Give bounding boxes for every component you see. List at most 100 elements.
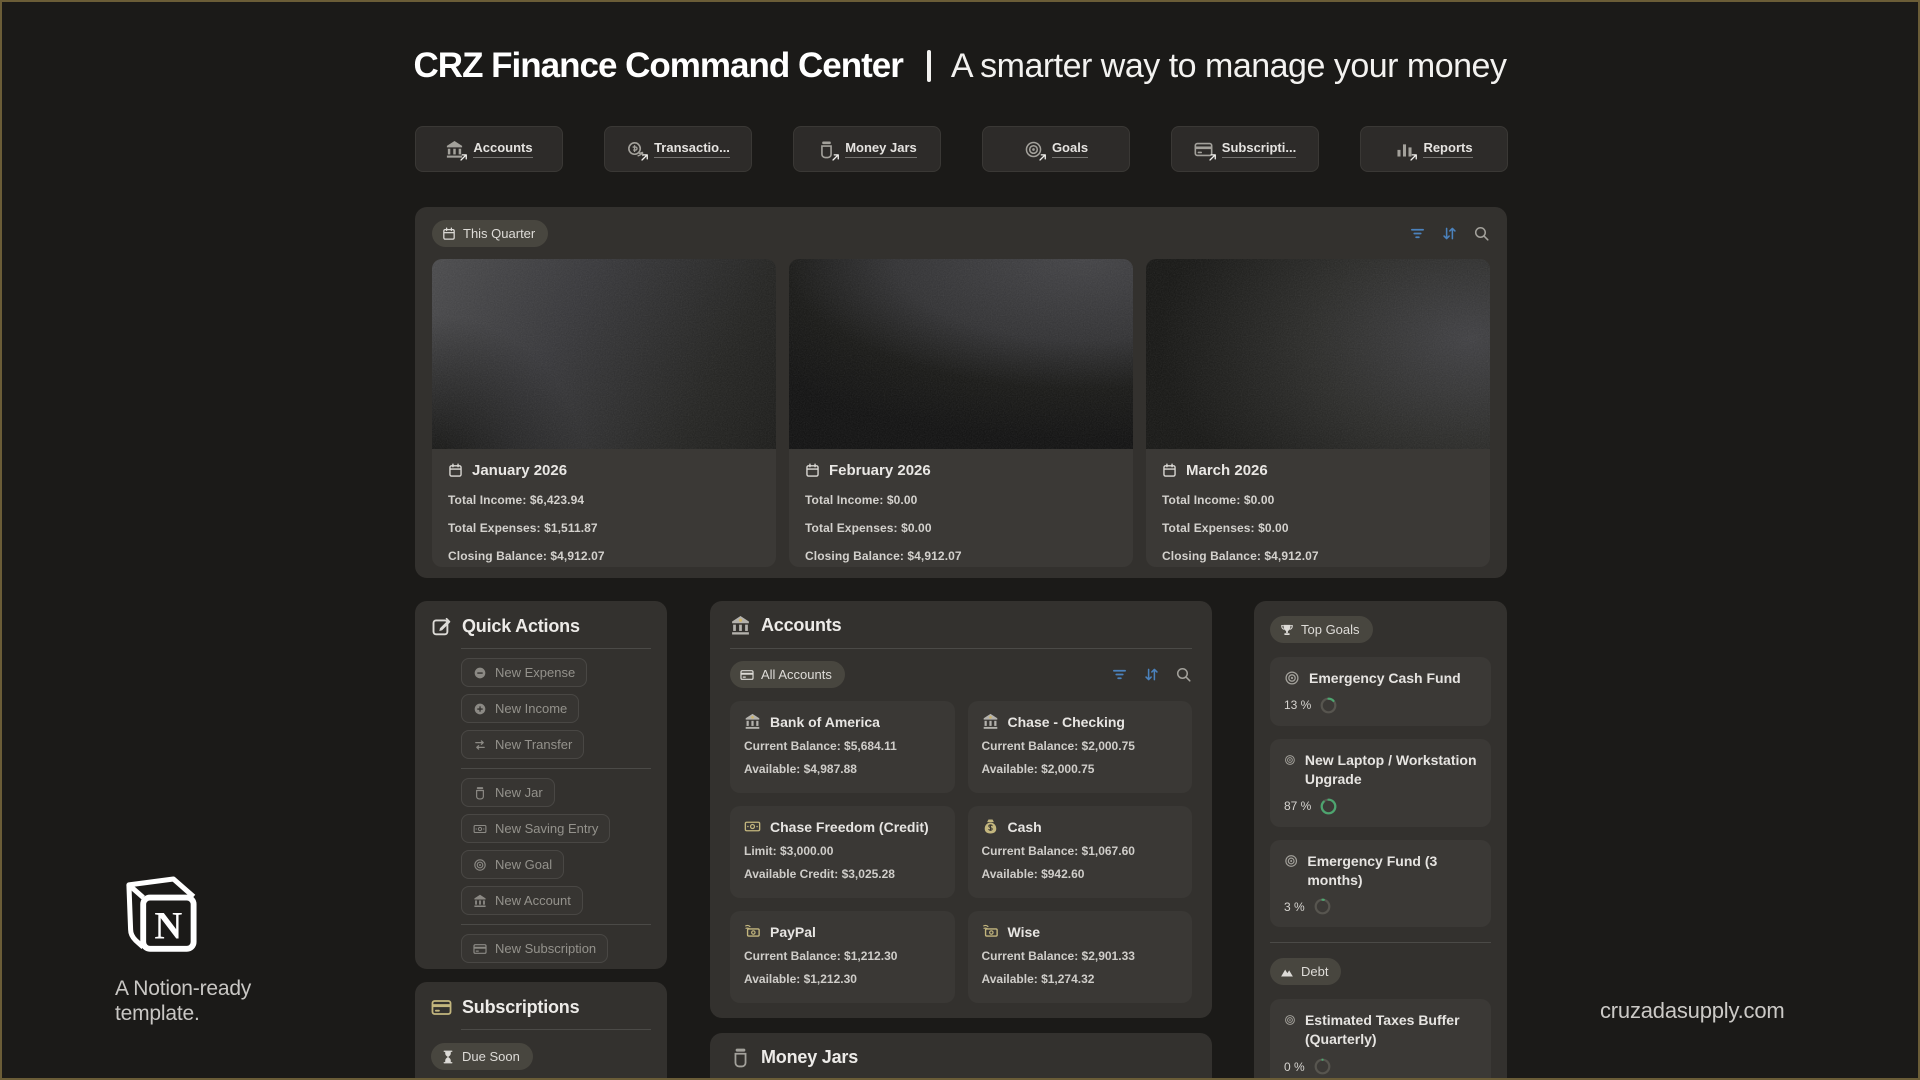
month-cover-image xyxy=(432,259,776,449)
subscriptions-panel: Subscriptions Due Soon xyxy=(415,982,667,1080)
account-card-wise[interactable]: Wise Current Balance: $2,901.33 Availabl… xyxy=(968,911,1193,1003)
card-icon xyxy=(431,997,452,1018)
divider xyxy=(461,1029,651,1030)
search-icon[interactable] xyxy=(1175,666,1192,683)
month-income: Total Income: $0.00 xyxy=(1162,493,1474,507)
progress-ring xyxy=(1320,697,1337,714)
view-tab-all-accounts[interactable]: All Accounts xyxy=(730,661,845,688)
month-cover-image xyxy=(1146,259,1490,449)
target-icon xyxy=(1284,1012,1296,1028)
month-closing: Closing Balance: $4,912.07 xyxy=(448,549,760,563)
nav-button-accounts[interactable]: Accounts xyxy=(415,126,563,172)
bar-chart-icon xyxy=(1395,140,1414,159)
quarter-toolbar: This Quarter xyxy=(432,220,1490,247)
month-card-list: January 2026 Total Income: $6,423.94 Tot… xyxy=(432,259,1490,567)
month-title: March 2026 xyxy=(1162,462,1474,479)
view-tab-label: This Quarter xyxy=(463,226,535,241)
new-subscription-button[interactable]: New Subscription xyxy=(461,934,608,963)
view-tab-debt[interactable]: Debt xyxy=(1270,958,1341,985)
bank-icon xyxy=(730,615,751,636)
goal-percent: 13 % xyxy=(1284,698,1311,712)
account-card-chase-checking[interactable]: Chase - Checking Current Balance: $2,000… xyxy=(968,701,1193,793)
nav-button-subscriptions[interactable]: Subscripti... xyxy=(1171,126,1319,172)
money-jars-header: Money Jars xyxy=(730,1047,1192,1068)
jar-icon xyxy=(730,1047,751,1068)
nav-label: Money Jars xyxy=(845,140,917,158)
month-card-january[interactable]: January 2026 Total Income: $6,423.94 Tot… xyxy=(432,259,776,567)
nav-label: Reports xyxy=(1423,140,1472,158)
filter-icon[interactable] xyxy=(1409,225,1426,242)
account-line2: Available: $942.60 xyxy=(982,867,1179,881)
subscriptions-header: Subscriptions xyxy=(431,997,651,1018)
account-line2: Available: $1,274.32 xyxy=(982,972,1179,986)
progress-ring xyxy=(1314,1058,1331,1075)
nav-button-goals[interactable]: Goals xyxy=(982,126,1130,172)
winged-money-icon xyxy=(982,923,999,940)
accounts-header: Accounts xyxy=(730,615,1192,636)
money-bag-icon xyxy=(982,818,999,835)
account-line1: Limit: $3,000.00 xyxy=(744,844,941,858)
view-tab-due-soon[interactable]: Due Soon xyxy=(431,1043,533,1070)
view-tab-label: Top Goals xyxy=(1301,622,1360,637)
goal-card-emergency-fund-3-months[interactable]: Emergency Fund (3 months) 3 % xyxy=(1270,840,1491,928)
month-card-march[interactable]: March 2026 Total Income: $0.00 Total Exp… xyxy=(1146,259,1490,567)
account-card-chase-freedom[interactable]: Chase Freedom (Credit) Limit: $3,000.00 … xyxy=(730,806,955,898)
new-expense-button[interactable]: New Expense xyxy=(461,658,587,687)
view-tab-top-goals[interactable]: Top Goals xyxy=(1270,616,1373,643)
page-title: CRZ Finance Command CenterA smarter way … xyxy=(2,46,1918,86)
winged-money-icon xyxy=(744,923,761,940)
quick-actions-title: Quick Actions xyxy=(462,616,580,637)
nav-button-transactions[interactable]: Transactio... xyxy=(604,126,752,172)
month-cover-image xyxy=(789,259,1133,449)
website-url: cruzadasupply.com xyxy=(1600,998,1785,1024)
brand-tagline: A Notion-ready template. xyxy=(115,976,251,1026)
month-income: Total Income: $0.00 xyxy=(805,493,1117,507)
banknote-icon xyxy=(473,822,487,836)
month-card-body: March 2026 Total Income: $0.00 Total Exp… xyxy=(1146,449,1490,567)
account-line1: Current Balance: $5,684.11 xyxy=(744,739,941,753)
month-card-february[interactable]: February 2026 Total Income: $0.00 Total … xyxy=(789,259,1133,567)
account-card-grid: Bank of America Current Balance: $5,684.… xyxy=(730,701,1192,1003)
goal-card-estimated-taxes-buffer[interactable]: Estimated Taxes Buffer (Quarterly) 0 % xyxy=(1270,999,1491,1080)
minus-circle-icon xyxy=(473,666,487,680)
divider xyxy=(1270,942,1491,943)
debt-card-list: Estimated Taxes Buffer (Quarterly) 0 % xyxy=(1270,999,1491,1080)
month-closing: Closing Balance: $4,912.07 xyxy=(1162,549,1474,563)
goal-percent: 87 % xyxy=(1284,799,1311,813)
filter-icon[interactable] xyxy=(1111,666,1128,683)
account-card-bank-of-america[interactable]: Bank of America Current Balance: $5,684.… xyxy=(730,701,955,793)
database-tools xyxy=(1409,225,1490,242)
view-tab-label: Due Soon xyxy=(462,1049,520,1064)
view-tab-this-quarter[interactable]: This Quarter xyxy=(432,220,548,247)
goal-card-emergency-cash-fund[interactable]: Emergency Cash Fund 13 % xyxy=(1270,657,1491,726)
sort-icon[interactable] xyxy=(1441,225,1458,242)
new-jar-button[interactable]: New Jar xyxy=(461,778,555,807)
quick-actions-panel: Quick Actions New Expense New Income New… xyxy=(415,601,667,969)
progress-ring xyxy=(1320,798,1337,815)
plus-circle-icon xyxy=(473,702,487,716)
new-transfer-button[interactable]: New Transfer xyxy=(461,730,584,759)
screen: CRZ Finance Command CenterA smarter way … xyxy=(0,0,1920,1080)
calendar-icon xyxy=(442,227,456,241)
search-icon[interactable] xyxy=(1473,225,1490,242)
month-closing: Closing Balance: $4,912.07 xyxy=(805,549,1117,563)
bank-icon xyxy=(473,894,487,908)
nav-button-money-jars[interactable]: Money Jars xyxy=(793,126,941,172)
hourglass-icon xyxy=(441,1050,455,1064)
account-line2: Available: $4,987.88 xyxy=(744,762,941,776)
new-account-button[interactable]: New Account xyxy=(461,886,583,915)
calendar-icon xyxy=(1162,463,1177,478)
money-jars-title: Money Jars xyxy=(761,1047,858,1068)
new-goal-button[interactable]: New Goal xyxy=(461,850,564,879)
sort-icon[interactable] xyxy=(1143,666,1160,683)
nav-button-reports[interactable]: Reports xyxy=(1360,126,1508,172)
goal-card-new-laptop[interactable]: New Laptop / Workstation Upgrade 87 % xyxy=(1270,739,1491,827)
new-saving-entry-button[interactable]: New Saving Entry xyxy=(461,814,610,843)
quick-actions-header: Quick Actions xyxy=(431,616,651,637)
account-line2: Available: $1,212.30 xyxy=(744,972,941,986)
divider xyxy=(730,648,1192,649)
account-card-paypal[interactable]: PayPal Current Balance: $1,212.30 Availa… xyxy=(730,911,955,1003)
new-income-button[interactable]: New Income xyxy=(461,694,579,723)
account-card-cash[interactable]: Cash Current Balance: $1,067.60 Availabl… xyxy=(968,806,1193,898)
top-goals-panel: Top Goals Emergency Cash Fund 13 % New L… xyxy=(1254,601,1507,1080)
